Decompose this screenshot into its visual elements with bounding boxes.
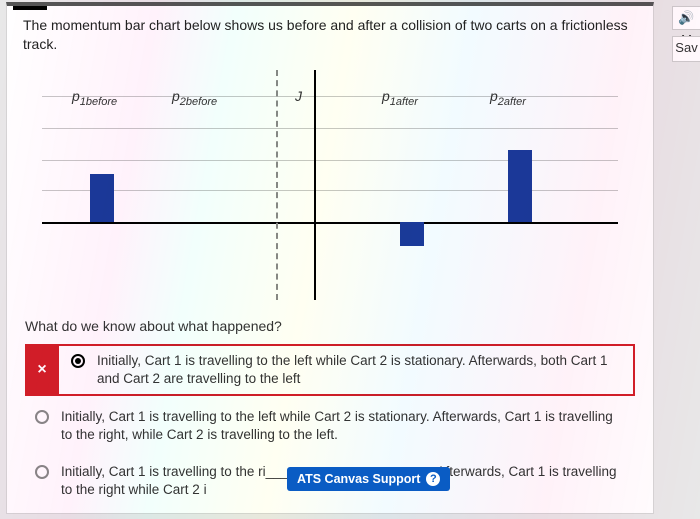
grid-line <box>42 128 618 129</box>
bar-p1-before <box>90 174 114 222</box>
radio-icon <box>71 354 85 368</box>
label-p2-after: p2after <box>490 88 526 108</box>
grid-line <box>42 96 618 97</box>
momentum-bar-chart: p1before p2before J p1after p2after <box>24 60 636 310</box>
radio-col <box>69 352 87 368</box>
radio-icon <box>35 465 49 479</box>
option-1[interactable]: × Initially, Cart 1 is travelling to the… <box>25 344 635 396</box>
label-j: J <box>295 88 302 104</box>
help-icon: ? <box>426 472 440 486</box>
option-4[interactable]: Initially, Cart 1 is travelling to the r… <box>25 511 635 514</box>
j-axis-line <box>314 70 316 300</box>
label-p2-before: p2before <box>172 88 217 108</box>
zero-axis <box>42 222 618 224</box>
radio-col <box>33 408 51 424</box>
bar-p1-after <box>400 222 424 246</box>
prompt-text: The momentum bar chart below shows us be… <box>23 16 637 54</box>
option-text: Initially, Cart 1 is travelling to the l… <box>97 352 625 388</box>
option-text: Initially, Cart 1 is travelling to the l… <box>61 408 627 444</box>
support-widget[interactable]: ATS Canvas Support ? <box>287 467 450 491</box>
radio-col <box>33 463 51 479</box>
option-2[interactable]: Initially, Cart 1 is travelling to the l… <box>25 402 635 450</box>
label-p1-after: p1after <box>382 88 418 108</box>
label-p1-before: p1before <box>72 88 117 108</box>
bar-p2-after <box>508 150 532 222</box>
question-card: The momentum bar chart below shows us be… <box>6 2 654 514</box>
before-after-divider <box>276 70 278 300</box>
card-tab <box>13 4 47 10</box>
support-label: ATS Canvas Support <box>297 472 420 486</box>
question-text: What do we know about what happened? <box>25 318 635 334</box>
save-button[interactable]: Sav <box>672 36 700 62</box>
incorrect-badge: × <box>25 344 59 396</box>
sound-icon[interactable]: 🔊 M <box>672 6 700 30</box>
radio-icon <box>35 410 49 424</box>
